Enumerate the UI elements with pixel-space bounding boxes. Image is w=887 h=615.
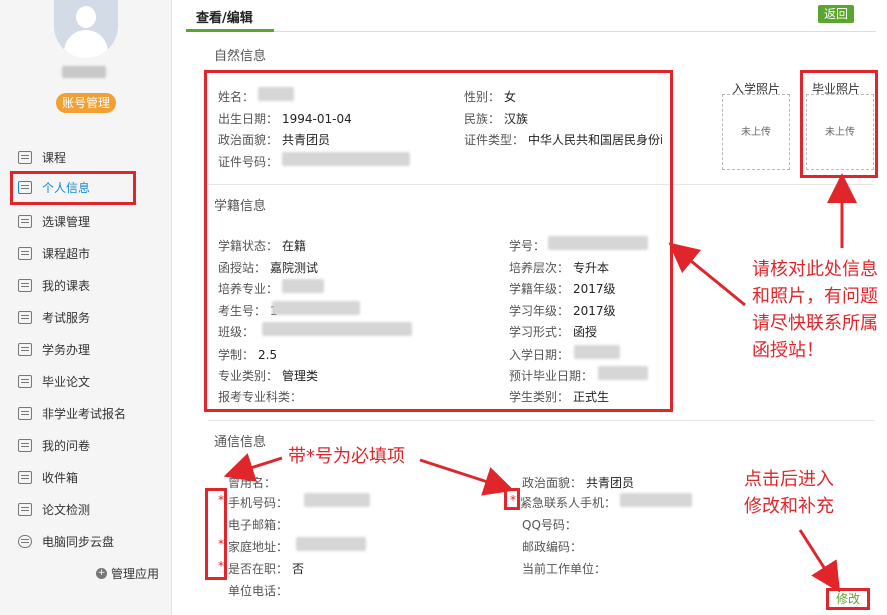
arrow-to-required-right: [419, 458, 515, 496]
arrow-to-info: [668, 242, 746, 307]
arrow-to-modify: [798, 529, 841, 593]
annotation-arrows: [223, 173, 857, 593]
arrow-to-required-left: [223, 453, 283, 482]
